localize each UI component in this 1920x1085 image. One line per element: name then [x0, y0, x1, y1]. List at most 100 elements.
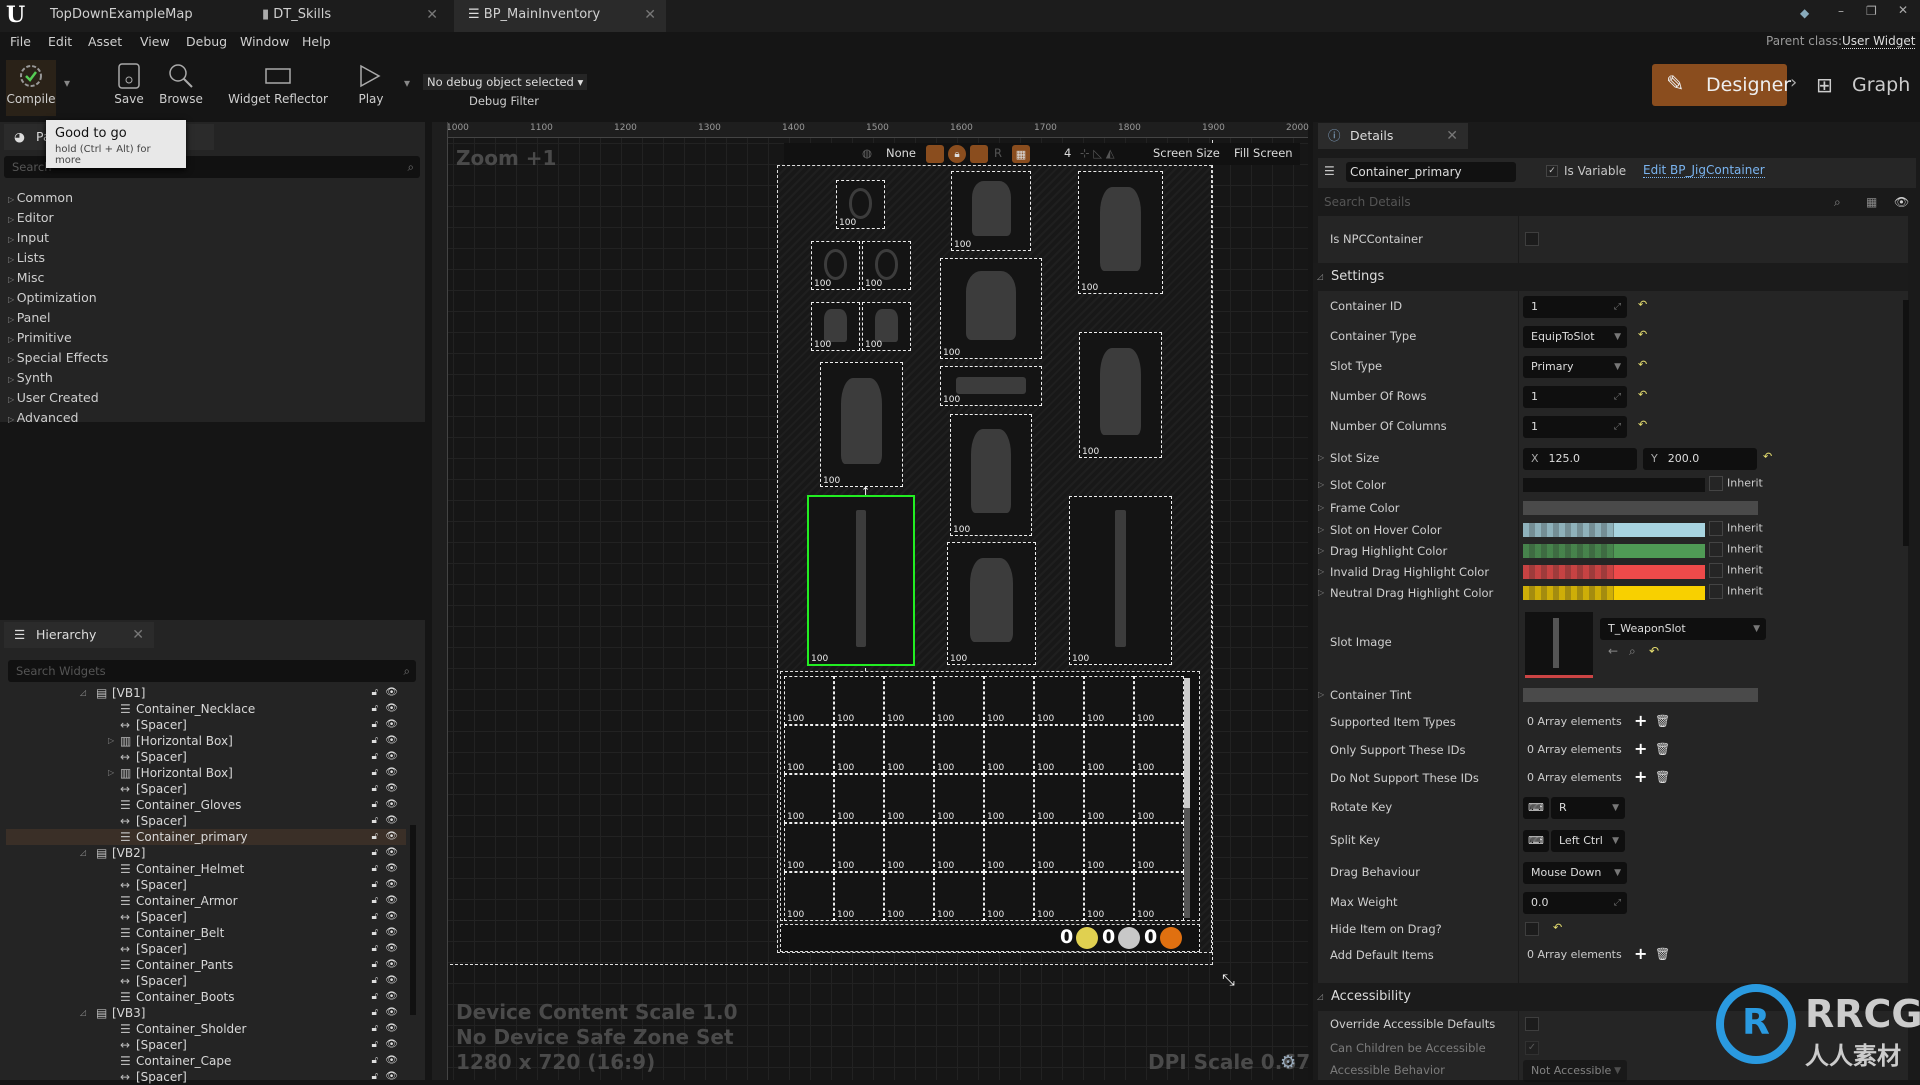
hierarchy-row[interactable]: ↔ [Spacer] 🔓︎ 👁︎ — [6, 749, 406, 765]
grid-cell[interactable]: 100 — [1134, 676, 1184, 725]
respect-locks-toggle[interactable]: R — [994, 143, 1002, 163]
lock-icon[interactable]: 🔓︎ — [372, 877, 378, 893]
number-input[interactable]: 1 ⤢ — [1523, 296, 1627, 318]
close-icon[interactable]: ✕ — [132, 622, 144, 648]
lock-icon[interactable]: 🔓︎ — [372, 1037, 378, 1053]
lock-icon[interactable]: 🔓︎ — [372, 957, 378, 973]
grid-cell[interactable]: 100 — [784, 774, 834, 823]
lock-icon[interactable]: 🔓︎ — [372, 1005, 378, 1021]
grid-cell[interactable]: 100 — [1084, 676, 1134, 725]
reset-to-default-icon[interactable]: ↶ — [1649, 644, 1659, 658]
inherit-checkbox[interactable]: Inherit — [1709, 584, 1763, 599]
hierarchy-row[interactable]: ↔ [Spacer] 🔓︎ 👁︎ — [6, 1037, 406, 1053]
visibility-eye-icon[interactable]: 👁︎ — [385, 909, 398, 925]
reset-to-default-icon[interactable]: ↶ — [1638, 358, 1647, 371]
key-selector-icon[interactable]: ⌨ — [1523, 797, 1549, 819]
palette-category[interactable]: User Created — [8, 390, 99, 405]
palette-category[interactable]: Special Effects — [8, 350, 109, 365]
grid-cell[interactable]: 100 — [934, 872, 984, 921]
visibility-eye-icon[interactable]: 👁︎ — [385, 877, 398, 893]
reset-to-default-icon[interactable]: ↶ — [1638, 418, 1647, 431]
globe-icon[interactable]: ◍ — [862, 143, 872, 163]
menu-window[interactable]: Window — [240, 34, 289, 49]
grid-cell[interactable]: 100 — [1034, 872, 1084, 921]
trash-icon[interactable]: 🗑︎ — [1655, 714, 1670, 728]
lock-icon[interactable]: 🔓︎ — [372, 845, 378, 861]
grid-cell[interactable]: 100 — [984, 676, 1034, 725]
tab-topdownexamplemap[interactable]: TopDownExampleMap — [36, 0, 246, 32]
palette-category[interactable]: Common — [8, 190, 73, 205]
visibility-eye-icon[interactable]: 👁︎ — [1894, 190, 1909, 214]
screen-size-button[interactable]: Screen Size — [1153, 143, 1220, 163]
slot-size-y-input[interactable]: Y 200.0 — [1643, 448, 1757, 470]
grid-cell[interactable]: 100 — [784, 676, 834, 725]
slot-image-thumbnail[interactable] — [1525, 612, 1593, 678]
visibility-eye-icon[interactable]: 👁︎ — [385, 957, 398, 973]
inherit-checkbox[interactable]: Inherit — [1709, 563, 1763, 578]
designer-mode-button[interactable]: ✎ Designer — [1652, 64, 1791, 106]
grid-cell[interactable]: 100 — [834, 676, 884, 725]
slot-ring-left[interactable]: 100 — [811, 241, 860, 290]
grid-size[interactable]: 4 — [1064, 143, 1071, 163]
palette-category[interactable]: Input — [8, 230, 49, 245]
visibility-eye-icon[interactable]: 👁︎ — [385, 861, 398, 877]
slot-earring-right[interactable]: 100 — [862, 302, 911, 351]
grid-cell[interactable]: 100 — [884, 676, 934, 725]
expand-arrow-icon[interactable]: ▷ — [108, 733, 114, 749]
hierarchy-row[interactable]: ↔ [Spacer] 🔓︎ 👁︎ — [6, 781, 406, 797]
lock-icon[interactable]: 🔓︎ — [372, 909, 378, 925]
expand-arrow-icon[interactable]: ▷ — [108, 765, 114, 781]
reset-to-default-icon[interactable]: ↶ — [1553, 921, 1562, 934]
close-icon[interactable]: ✕ — [1446, 123, 1458, 149]
color-swatch[interactable] — [1523, 544, 1705, 558]
save-button[interactable]: Save — [112, 60, 146, 106]
grid-cell[interactable]: 100 — [1034, 676, 1084, 725]
color-swatch[interactable] — [1523, 565, 1705, 579]
lock-icon[interactable]: 🔓︎ — [372, 893, 378, 909]
lock-icon[interactable]: 🔓︎ — [372, 1053, 378, 1069]
collapse-arrow-icon[interactable]: ◿ — [80, 1005, 86, 1021]
hide-on-drag-checkbox[interactable] — [1525, 922, 1539, 936]
hierarchy-row[interactable]: ☰ Container_Cape 🔓︎ 👁︎ — [6, 1053, 406, 1069]
visibility-eye-icon[interactable]: 👁︎ — [385, 1021, 398, 1037]
is-variable-checkbox[interactable]: ✓ — [1546, 165, 1558, 177]
grid-cell[interactable]: 100 — [1134, 872, 1184, 921]
grid-cell[interactable]: 100 — [984, 823, 1034, 872]
parent-class-link[interactable]: User Widget — [1842, 34, 1916, 49]
children-accessible-checkbox[interactable]: ✓ — [1525, 1041, 1539, 1055]
grid-cell[interactable]: 100 — [1084, 872, 1134, 921]
dropdown[interactable]: Mouse Down ▼ — [1523, 862, 1627, 884]
slot-secondary-weapon[interactable]: 100 — [1069, 496, 1172, 665]
maximize-button[interactable]: ❐ — [1866, 4, 1877, 18]
browse-button[interactable]: Browse — [158, 60, 204, 106]
grid-cell[interactable]: 100 — [984, 872, 1034, 921]
lock-icon[interactable]: 🔓︎ — [372, 765, 378, 781]
visibility-eye-icon[interactable]: 👁︎ — [385, 765, 398, 781]
number-input[interactable]: 0.0 ⤢ — [1523, 892, 1627, 914]
grid-cell[interactable]: 100 — [834, 725, 884, 774]
lock-icon[interactable]: 🔓︎ — [372, 717, 378, 733]
debug-object-select[interactable]: No debug object selected ▾ — [423, 74, 588, 90]
lock-icon[interactable]: 🔓︎ — [372, 749, 378, 765]
grid-cell[interactable]: 100 — [934, 774, 984, 823]
grid-cell[interactable]: 100 — [784, 725, 834, 774]
menu-help[interactable]: Help — [302, 34, 331, 49]
slot-armor[interactable]: 100 — [940, 258, 1042, 359]
use-selected-arrow-icon[interactable]: ← — [1608, 644, 1618, 658]
compile-button[interactable]: Compile — [6, 60, 56, 116]
lock-icon[interactable]: 🔓︎ — [372, 733, 378, 749]
lock-icon[interactable]: 🔓︎ — [372, 781, 378, 797]
hierarchy-row[interactable]: ▷ ▥ [Horizontal Box] 🔓︎ 👁︎ — [6, 733, 406, 749]
section-settings[interactable]: Settings — [1313, 263, 1908, 291]
grid-cell[interactable]: 100 — [1034, 823, 1084, 872]
hierarchy-row[interactable]: ◿ ▤ [VB3] 🔓︎ 👁︎ — [6, 1005, 406, 1021]
play-options-dropdown[interactable]: ▾ — [404, 76, 410, 90]
visibility-eye-icon[interactable]: 👁︎ — [385, 925, 398, 941]
palette-category[interactable]: Optimization — [8, 290, 97, 305]
lock-icon[interactable]: 🔓︎ — [372, 941, 378, 957]
grid-cell[interactable]: 100 — [1134, 823, 1184, 872]
trash-icon[interactable]: 🗑︎ — [1655, 742, 1670, 756]
transform-icon[interactable]: ⊹ ◺ ◭ — [1080, 143, 1115, 163]
key-selector-icon[interactable]: ⌨ — [1523, 830, 1549, 852]
palette-category[interactable]: Lists — [8, 250, 45, 265]
